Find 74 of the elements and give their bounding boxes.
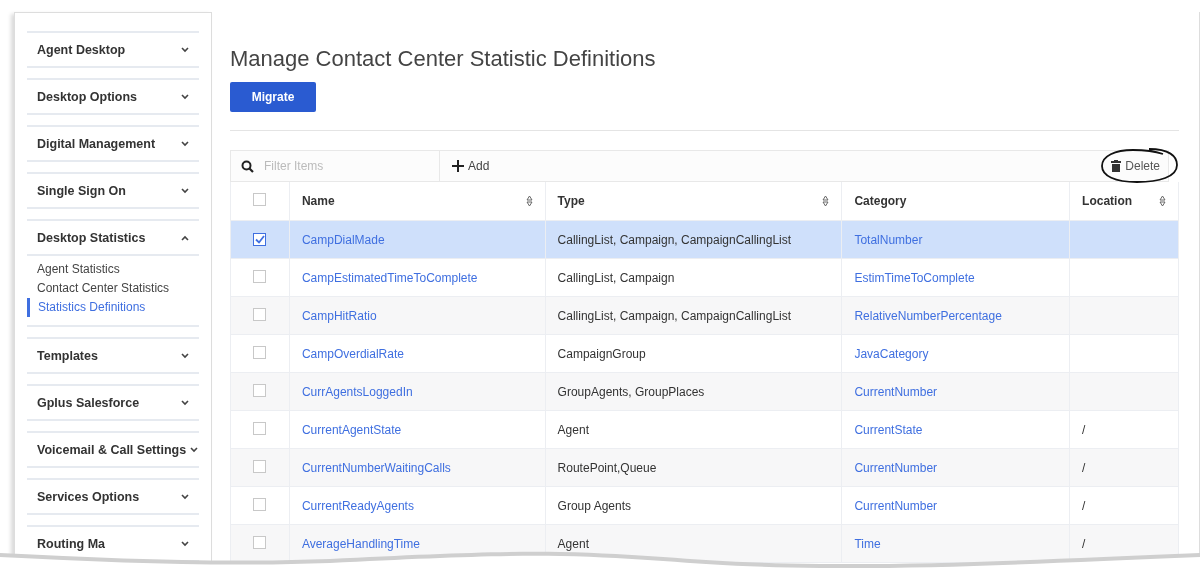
table-row[interactable]: CampDialMade CallingList, Campaign, CampaignCallingList TotalNumber: [230, 220, 1179, 259]
table-cell: CallingList, Campaign, CampaignCallingList: [545, 220, 842, 259]
category-link[interactable]: CurrentNumber: [841, 486, 1070, 525]
plus-icon: [452, 160, 464, 172]
sort-icon[interactable]: [525, 195, 533, 207]
sidebar-section[interactable]: Single Sign On: [27, 174, 199, 207]
sort-icon[interactable]: [822, 195, 830, 207]
column-header[interactable]: Location: [1069, 182, 1179, 221]
page-title: Manage Contact Center Statistic Definitions: [230, 46, 657, 72]
table-cell: GroupAgents, GroupPlaces: [545, 372, 842, 411]
category-link[interactable]: CurrentNumber: [841, 448, 1070, 487]
name-link[interactable]: CurrentNumberWaitingCalls: [289, 448, 546, 487]
table-cell: CallingList, Campaign: [545, 258, 842, 297]
category-link[interactable]: JavaCategory: [841, 334, 1070, 373]
table-cell: /: [1069, 410, 1179, 449]
name-link[interactable]: CurrentReadyAgents: [289, 486, 546, 525]
category-link[interactable]: CurrentState: [841, 410, 1070, 449]
table-row[interactable]: CampHitRatio CallingList, Campaign, CampaignCallingList RelativeNumberPercentage: [230, 296, 1179, 335]
name-link[interactable]: CampDialMade: [289, 220, 546, 259]
filter-field[interactable]: Filter Items: [231, 151, 440, 181]
migrate-button[interactable]: Migrate: [230, 82, 316, 112]
sidebar-section[interactable]: Agent Desktop: [27, 33, 199, 66]
column-header[interactable]: Category: [841, 182, 1070, 221]
sidebar-section[interactable]: Routing Ma: [27, 527, 199, 560]
table-row[interactable]: CurrentNumberWaitingCalls RoutePoint,Queue CurrentNumber /: [230, 448, 1179, 487]
table-row[interactable]: CurrentReadyAgents Group Agents CurrentNumber /: [230, 486, 1179, 525]
column-header[interactable]: Name: [289, 182, 546, 221]
delete-button[interactable]: Delete: [1109, 155, 1162, 177]
table-row[interactable]: CampOverdialRate CampaignGroup JavaCategory: [230, 334, 1179, 373]
table-cell: CampaignGroup: [545, 334, 842, 373]
row-checkbox[interactable]: [253, 269, 267, 283]
table-cell: CallingList, Campaign, CampaignCallingList: [545, 296, 842, 335]
filter-input[interactable]: Filter Items: [262, 158, 426, 174]
table-cell: /: [1069, 448, 1179, 487]
row-checkbox[interactable]: [253, 421, 267, 435]
row-checkbox[interactable]: [253, 459, 267, 473]
name-link[interactable]: CampHitRatio: [289, 296, 546, 335]
table-row[interactable]: CurrAgentsLoggedIn GroupAgents, GroupPlaces CurrentNumber: [230, 372, 1179, 411]
table-row[interactable]: CurrentAgentState Agent CurrentState /: [230, 410, 1179, 449]
sort-icon[interactable]: [1159, 195, 1166, 207]
row-checkbox[interactable]: [253, 497, 267, 511]
table-cell: RoutePoint,Queue: [545, 448, 842, 487]
name-link[interactable]: CampOverdialRate: [289, 334, 546, 373]
add-button[interactable]: Add: [446, 158, 496, 174]
sidebar-item[interactable]: Contact Center Statistics: [27, 279, 199, 298]
sidebar-section[interactable]: Templates: [27, 339, 199, 372]
column-header[interactable]: Type: [545, 182, 842, 221]
sidebar-section[interactable]: Desktop Options: [27, 80, 199, 113]
category-link[interactable]: RelativeNumberPercentage: [841, 296, 1070, 335]
sidebar-section[interactable]: Desktop Statistics: [27, 221, 199, 254]
row-checkbox[interactable]: [253, 307, 267, 321]
table-row[interactable]: CampEstimatedTimeToComplete CallingList, Campaign EstimTimeToComplete: [230, 258, 1179, 297]
table-cell: /: [1069, 486, 1179, 525]
category-link[interactable]: EstimTimeToComplete: [841, 258, 1070, 297]
sidebar-item[interactable]: Agent Statistics: [27, 260, 199, 279]
sidebar-item[interactable]: Statistics Definitions: [27, 298, 199, 317]
name-link[interactable]: CurrAgentsLoggedIn: [289, 372, 546, 411]
table-cell: Group Agents: [545, 486, 842, 525]
table-cell: Agent: [545, 410, 842, 449]
row-checkbox[interactable]: [253, 383, 267, 397]
row-checkbox[interactable]: [253, 193, 267, 206]
row-checkbox[interactable]: [253, 345, 267, 359]
search-icon: [241, 159, 254, 173]
row-checkbox[interactable]: [253, 232, 267, 246]
name-link[interactable]: CampEstimatedTimeToComplete: [289, 258, 546, 297]
name-link[interactable]: CurrentAgentState: [289, 410, 546, 449]
sidebar-section[interactable]: Voicemail & Call Settings: [27, 433, 199, 466]
row-checkbox[interactable]: [253, 535, 267, 549]
sidebar-section[interactable]: Services Options: [27, 480, 199, 513]
trash-icon: [1111, 160, 1122, 172]
sidebar-section[interactable]: Gplus Salesforce: [27, 386, 199, 419]
category-link[interactable]: CurrentNumber: [841, 372, 1070, 411]
sidebar-section[interactable]: Digital Management: [27, 127, 199, 160]
category-link[interactable]: TotalNumber: [841, 220, 1070, 259]
